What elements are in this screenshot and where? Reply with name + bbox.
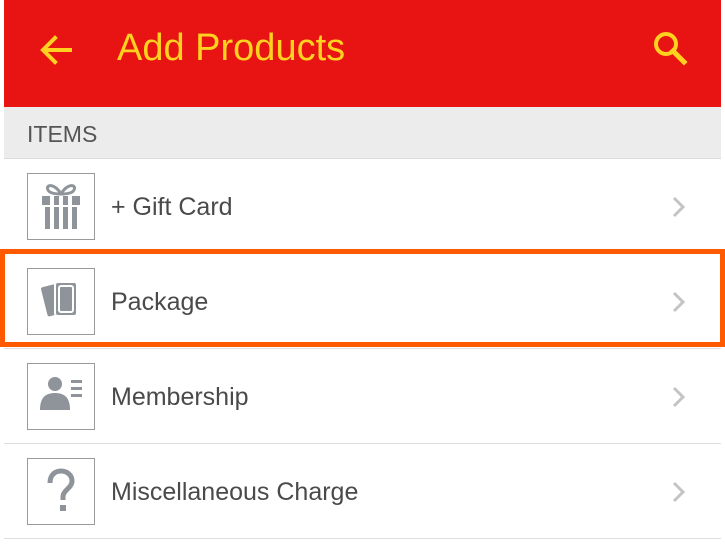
arrow-left-icon [40,35,72,65]
row-icon-box [27,458,95,525]
row-icon-box [27,268,95,335]
chevron-right-icon [672,386,686,408]
package-cards-icon [41,281,78,317]
section-header-items: ITEMS [4,107,721,159]
app-bar: Add Products [4,0,721,107]
chevron-right-icon [672,291,686,313]
list-item-gift-card[interactable]: + Gift Card [4,159,721,254]
chevron-right-icon [672,481,686,503]
screen: Add Products ITEMS + Gift Card Package M… [0,0,725,551]
row-icon-box [27,363,95,430]
back-button[interactable] [36,30,76,70]
list-item-miscellaneous-charge[interactable]: Miscellaneous Charge [4,444,721,539]
page-title: Add Products [117,27,346,69]
section-label: ITEMS [27,121,98,147]
gift-icon [42,184,80,229]
chevron-right-icon [672,196,686,218]
row-icon-box [27,173,95,240]
list-item-membership[interactable]: Membership [4,349,721,444]
list-item-package[interactable]: Package [4,254,721,349]
question-mark-icon [47,468,75,511]
list-item-label: Miscellaneous Charge [111,478,359,506]
add-products-screen: Add Products ITEMS + Gift Card Package M… [4,0,721,551]
search-button[interactable] [651,29,689,67]
list-item-label: + Gift Card [111,193,233,221]
list-item-label: Membership [111,383,249,411]
membership-card-icon [40,377,82,410]
list-item-label: Package [111,288,209,316]
search-icon [654,32,688,66]
